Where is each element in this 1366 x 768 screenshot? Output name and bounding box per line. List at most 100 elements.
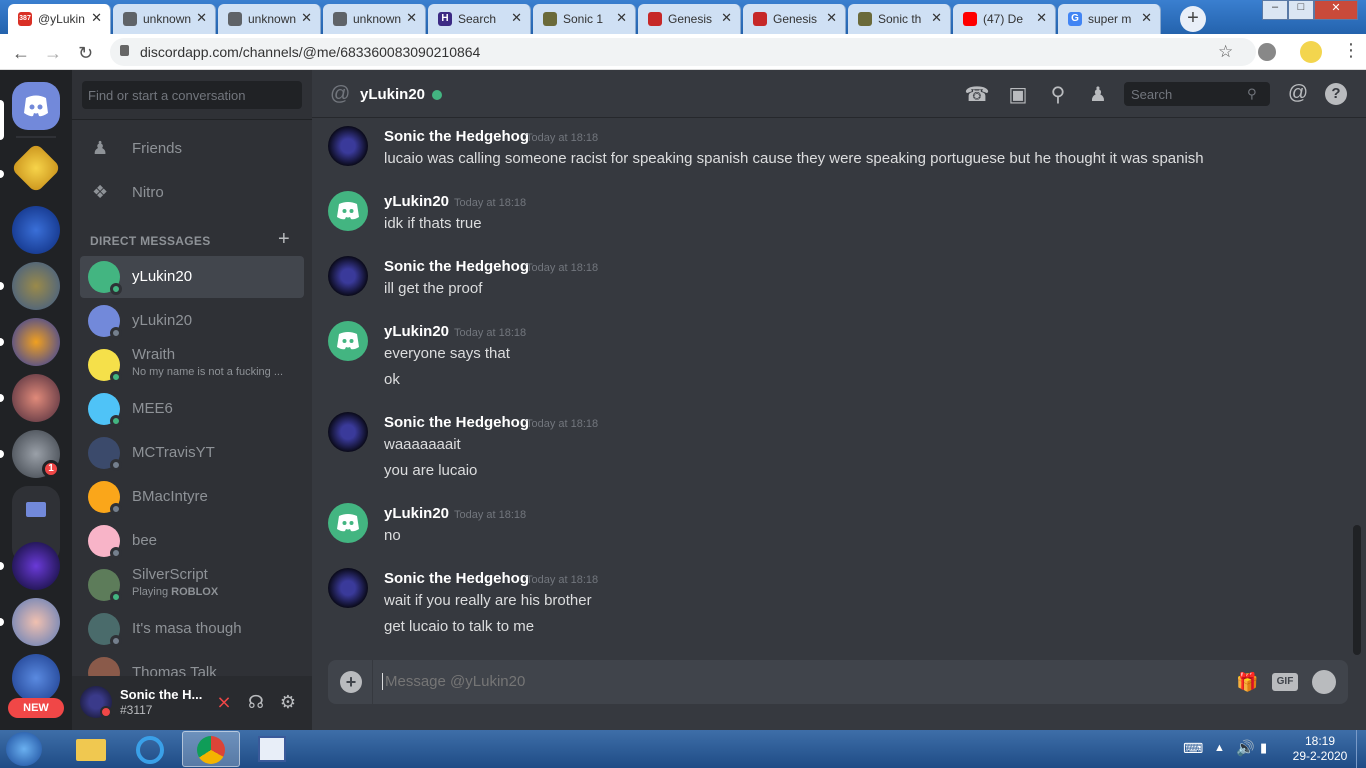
volume-icon[interactable]: 🔊 [1236,739,1255,757]
friends-nav-item[interactable]: ♟ Friends [80,128,304,170]
tab-close-icon[interactable]: ✕ [91,10,102,26]
forward-icon[interactable]: → [44,43,62,64]
chrome-menu-icon[interactable]: ⋮ [1342,40,1360,61]
help-icon[interactable]: ? [1325,83,1347,105]
message-avatar[interactable] [328,412,368,452]
tab-close-icon[interactable]: ✕ [196,10,207,26]
mic-muted-icon[interactable]: ⨯ [213,692,235,713]
gear-icon[interactable]: ⚙ [277,692,299,713]
browser-tab[interactable]: H Search ✕ [428,4,531,34]
server-icon-sunset[interactable] [12,374,60,422]
server-icon-peach[interactable] [12,598,60,646]
url-text[interactable]: discordapp.com/channels/@me/683360083090… [140,44,480,60]
taskbar-explorer[interactable] [62,731,120,767]
tab-close-icon[interactable]: ✕ [931,10,942,26]
network-icon[interactable]: ▮ [1260,740,1267,756]
browser-tab[interactable]: Gsuper m ✕ [1058,4,1161,34]
message-avatar[interactable] [328,321,368,361]
unread-indicator [0,170,4,178]
tab-close-icon[interactable]: ✕ [1036,10,1047,26]
message-avatar[interactable] [328,126,368,166]
tab-close-icon[interactable]: ✕ [301,10,312,26]
message-author[interactable]: Sonic the Hedgehog [384,414,529,431]
emoji-icon[interactable] [1312,670,1336,694]
extension-icon[interactable] [1258,43,1276,61]
server-icon-castle[interactable] [12,542,60,590]
find-conversation-input[interactable]: Find or start a conversation [82,81,302,109]
new-badge[interactable]: NEW [8,698,64,718]
tab-close-icon[interactable]: ✕ [1141,10,1152,26]
tab-title: unknown [353,12,402,26]
message-author[interactable]: Sonic the Hedgehog [384,570,529,587]
pin-icon[interactable]: ⚲ [1045,82,1071,107]
close-window-button[interactable]: ✕ [1314,0,1358,20]
maximize-button[interactable]: □ [1288,0,1314,20]
browser-tab[interactable]: Genesis ✕ [638,4,741,34]
server-icon-landscape[interactable] [12,262,60,310]
keyboard-icon[interactable]: ⌨ [1183,740,1203,757]
scrollbar[interactable] [1353,525,1361,655]
start-button[interactable] [2,731,46,767]
server-icon-gold[interactable] [10,142,62,194]
create-dm-button[interactable]: + [278,228,290,251]
message-avatar[interactable] [328,568,368,608]
voice-call-icon[interactable]: ☎ [964,82,990,107]
video-call-icon[interactable]: ▣ [1005,82,1031,107]
message-author[interactable]: yLukin20 [384,323,449,340]
new-tab-button[interactable]: + [1180,6,1206,32]
tab-close-icon[interactable]: ✕ [826,10,837,26]
server-icon-sonic[interactable] [12,206,60,254]
server-icon-sonic-movie[interactable] [12,654,60,702]
browser-tab[interactable]: Genesis ✕ [743,4,846,34]
browser-tab[interactable]: Sonic th ✕ [848,4,951,34]
browser-tab[interactable]: unknown ✕ [323,4,426,34]
profile-avatar[interactable] [1300,41,1322,63]
message-avatar[interactable] [328,256,368,296]
message-avatar[interactable] [328,191,368,231]
message-author[interactable]: Sonic the Hedgehog [384,128,529,145]
dm-item[interactable]: BMacIntyre [80,476,304,518]
dm-item[interactable]: MCTravisYT [80,432,304,474]
upload-button[interactable]: + [340,671,362,693]
dm-item[interactable]: Wraith No my name is not a fucking ... [80,344,304,386]
dm-item[interactable]: yLukin20 [80,256,304,298]
dm-item[interactable]: yLukin20 [80,300,304,342]
mentions-icon[interactable]: @ [1285,82,1311,105]
tab-close-icon[interactable]: ✕ [406,10,417,26]
tray-expand-icon[interactable]: ▲ [1214,742,1225,754]
home-button[interactable] [12,82,60,130]
server-icon-sonic-logo[interactable] [12,318,60,366]
back-icon[interactable]: ← [12,43,30,64]
message-input[interactable] [382,673,1202,690]
taskbar-ie[interactable] [122,731,180,767]
message-avatar[interactable] [328,503,368,543]
dm-item[interactable]: It's masa though [80,608,304,650]
system-clock[interactable]: 18:19 29-2-2020 [1290,734,1350,764]
browser-tab[interactable]: unknown ✕ [218,4,321,34]
tab-close-icon[interactable]: ✕ [721,10,732,26]
add-friend-icon[interactable]: ♟ [1085,82,1111,107]
gif-button[interactable]: GIF [1272,673,1298,691]
dm-item[interactable]: bee [80,520,304,562]
message-author[interactable]: Sonic the Hedgehog [384,258,529,275]
browser-tab[interactable]: Sonic 1 ✕ [533,4,636,34]
gift-icon[interactable]: 🎁 [1236,672,1258,693]
show-desktop-button[interactable] [1356,730,1366,768]
reload-icon[interactable]: ↻ [78,43,93,64]
headphones-icon[interactable]: ☊ [245,692,267,713]
nitro-nav-item[interactable]: ❖ Nitro [80,172,304,214]
minimize-button[interactable]: – [1262,0,1288,20]
message-author[interactable]: yLukin20 [384,505,449,522]
dm-item[interactable]: MEE6 [80,388,304,430]
lock-icon[interactable] [120,45,129,56]
tab-close-icon[interactable]: ✕ [616,10,627,26]
browser-tab[interactable]: 387 @yLukin ✕ [8,4,111,34]
tab-close-icon[interactable]: ✕ [511,10,522,26]
dm-item[interactable]: SilverScript Playing ROBLOX [80,564,304,606]
taskbar-paint[interactable] [244,731,302,767]
taskbar-chrome[interactable] [182,731,240,767]
browser-tab[interactable]: unknown ✕ [113,4,216,34]
browser-tab[interactable]: (47) De ✕ [953,4,1056,34]
bookmark-star-icon[interactable]: ☆ [1218,42,1233,62]
message-author[interactable]: yLukin20 [384,193,449,210]
